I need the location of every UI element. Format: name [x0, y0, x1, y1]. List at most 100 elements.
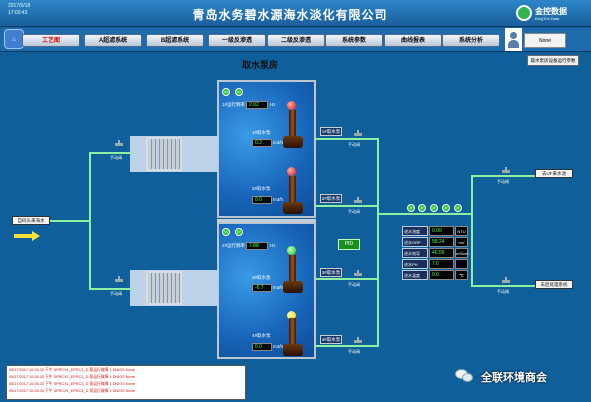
- pump3-name: 3#取水泵: [252, 275, 271, 280]
- logo-icon: [516, 5, 532, 21]
- status-indicator-ss: SS: [222, 228, 230, 236]
- valve-icon[interactable]: [115, 140, 123, 148]
- logo-subtext: KingTrol Data: [535, 16, 560, 21]
- alarm-row[interactable]: 05/17/2017 10:26:33 下午 SPRCXL_EPRC3_D 泵运…: [9, 382, 135, 387]
- analyzer-indicator: AT: [407, 204, 415, 212]
- pump3-flow-value: -6.7: [252, 284, 272, 292]
- outlet-pipe-4: [316, 345, 378, 347]
- tab-a-uf-system[interactable]: A超滤系统: [84, 34, 142, 47]
- pump1-status-lamp: [287, 101, 296, 110]
- outlet-pipe-2: [316, 205, 378, 207]
- valve-icon[interactable]: [354, 270, 362, 278]
- page-title: 青岛水务碧水源海水淡化有限公司: [192, 8, 388, 22]
- analyzer-indicator: AT: [454, 204, 462, 212]
- valve-icon[interactable]: [502, 277, 510, 285]
- quality-value: 46.56: [429, 248, 454, 258]
- title-bar: 2017/5/18 17:00:43 青岛水务碧水源海水淡化有限公司 金控数据 …: [0, 0, 591, 27]
- alarm-row[interactable]: 05/17/2017 10:26:33 下午 SPRCXL_EPRC1_D 泵运…: [9, 368, 135, 373]
- outlet-pipe-3: [316, 278, 378, 280]
- logo: 金控数据 KingTrol Data: [516, 3, 586, 25]
- wechat-icon: [455, 367, 475, 383]
- pump4-flow-unit: m3/h: [273, 344, 284, 349]
- tab-b-uf-system[interactable]: B超滤系统: [146, 34, 204, 47]
- tab-ro-stage1[interactable]: 一级反渗透: [208, 34, 266, 47]
- alarm-ampm: 下午: [44, 375, 53, 379]
- valve-icon[interactable]: [115, 276, 123, 284]
- distribution-riser: [471, 175, 473, 287]
- pump1-icon[interactable]: [283, 110, 305, 156]
- pump2-status-lamp: [287, 167, 296, 176]
- pump1-freq-label: 1#运行频率: [222, 102, 246, 107]
- status-indicator-dt: DT: [235, 88, 243, 96]
- user-icon[interactable]: [505, 28, 522, 51]
- valve-icon[interactable]: [354, 337, 362, 345]
- alarm-tag: SPRCXL_EPRC3_D: [53, 382, 89, 386]
- alarm-desc: 泵运行故障: [89, 389, 109, 393]
- tab-curve-reports[interactable]: 曲线报表: [384, 34, 442, 47]
- pid-button[interactable]: PID: [338, 239, 360, 250]
- alarm-tag: SPRCXL_EPRC1_D: [53, 368, 89, 372]
- pump3-freq-unit: Hz: [270, 243, 276, 248]
- pump1-freq-unit: Hz: [270, 102, 276, 107]
- tab-system-params[interactable]: 系统参数: [325, 34, 383, 47]
- status-indicator-ss: SS: [222, 88, 230, 96]
- pump1-flow-value: 0.2: [252, 139, 272, 147]
- lower-screen: [146, 271, 182, 305]
- pump4-icon[interactable]: [283, 318, 305, 364]
- pump2-icon[interactable]: [283, 176, 305, 222]
- alarm-level: 1: [109, 389, 112, 393]
- pump2-flow-value: 0.0: [252, 196, 272, 204]
- alarm-type: DNIOS: [112, 389, 125, 393]
- username-field[interactable]: None: [524, 33, 566, 48]
- alarm-desc: 泵运行故障: [89, 382, 109, 386]
- valve-icon[interactable]: [354, 197, 362, 205]
- alarm-type: DNIOS: [112, 368, 125, 372]
- pump3-icon[interactable]: [283, 255, 305, 301]
- pump3-freq-value: 7.88: [246, 242, 268, 250]
- tab-system-analysis[interactable]: 系统分析: [442, 34, 500, 47]
- valve-label: 手动阀: [348, 349, 360, 354]
- upper-screen: [146, 137, 182, 171]
- alarm-row[interactable]: 05/17/2017 10:26:33 下午 SPRCXL_EPRC4_D 泵运…: [9, 389, 135, 394]
- alarm-log[interactable]: 05/17/2017 10:26:33 下午 SPRCXL_EPRC1_D 泵运…: [6, 365, 246, 400]
- alarm-time: 05/17/2017 10:26:33: [9, 382, 44, 386]
- alarm-type: DNIOS: [112, 382, 125, 386]
- alarm-tag: SPRCXL_EPRC2_D: [53, 375, 89, 379]
- equipment-params-button[interactable]: 取水泵房设备运行参数: [527, 55, 579, 66]
- datetime: 2017/5/18 17:00:43: [8, 3, 30, 17]
- quality-unit: mV: [455, 237, 468, 247]
- alarm-ampm: 下午: [44, 368, 53, 372]
- valve-icon[interactable]: [502, 167, 510, 175]
- pump4-flow-value: 0.0: [252, 343, 272, 351]
- home-icon[interactable]: ⌂: [4, 29, 24, 49]
- pump1-name: 1#取水泵: [252, 130, 271, 135]
- quality-row: 进水PH 7.6: [402, 259, 468, 270]
- quality-row: 进水电导 46.56 mS/cm: [402, 248, 468, 259]
- pump2-name: 2#取水泵: [252, 186, 271, 191]
- alarm-desc: 泵运行故障: [89, 375, 109, 379]
- analyzer-indicator: AT: [418, 204, 426, 212]
- outlet-header: [377, 138, 379, 347]
- intake-pipe-lower: [89, 288, 131, 290]
- alarm-row[interactable]: 05/17/2017 10:26:33 下午 SPRCXL_EPRC2_D 泵运…: [9, 375, 135, 380]
- quality-row: 进水浊度 0.00 NTU: [402, 226, 468, 237]
- alarm-tag: SPRCXL_EPRC4_D: [53, 389, 89, 393]
- tab-process-diagram[interactable]: 工艺图: [22, 34, 80, 47]
- quality-value: 58.24: [429, 237, 454, 247]
- pump2-flow-unit: m3/h: [273, 197, 284, 202]
- quality-name: 进水温度: [402, 270, 428, 280]
- alarm-time: 05/17/2017 10:26:33: [9, 368, 44, 372]
- pump3-status-lamp: [287, 246, 296, 255]
- quality-row: 进水温度 0.0 ℃: [402, 270, 468, 281]
- alarm-ampm: 下午: [44, 382, 53, 386]
- quality-name: 进水浊度: [402, 226, 428, 236]
- watermark-text: 全联环境商会: [481, 371, 547, 384]
- seawater-inlet-label: 自码头来海水: [12, 216, 50, 225]
- alarm-type: DNIOS: [112, 375, 125, 379]
- inlet-arrow-icon: [14, 231, 40, 241]
- valve-icon[interactable]: [354, 130, 362, 138]
- alarm-time: 05/17/2017 10:26:33: [9, 389, 44, 393]
- valve-label: 手动阀: [110, 291, 122, 296]
- tab-ro-stage2[interactable]: 二级反渗透: [267, 34, 325, 47]
- pump1-tag: 1#取水泵: [320, 127, 342, 136]
